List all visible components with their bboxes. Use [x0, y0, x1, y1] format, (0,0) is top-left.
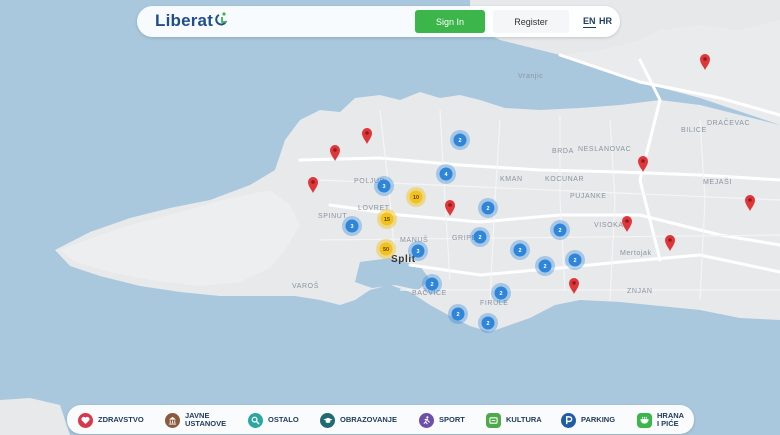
category-label: PARKING — [581, 415, 616, 424]
label-kman: KMAN — [500, 176, 523, 183]
cluster-count: 2 — [499, 291, 502, 297]
building-icon — [165, 412, 180, 428]
category-label: OSTALO — [268, 415, 299, 424]
category-label: JAVNE USTANOVE — [185, 411, 227, 428]
cluster-count: 10 — [413, 195, 419, 201]
language-en-link[interactable]: EN — [583, 16, 596, 28]
label-varos: VAROŠ — [292, 281, 319, 290]
logo-text: Liberat — [155, 11, 214, 30]
wheelchair-logo-icon — [215, 12, 228, 26]
category-javne-ustanove[interactable]: JAVNE USTANOVE — [165, 410, 227, 430]
cluster-count: 2 — [430, 282, 433, 288]
category-label: OBRAZOVANJE — [340, 415, 397, 424]
register-button[interactable]: Register — [493, 10, 569, 33]
parking-icon — [561, 412, 576, 428]
running-icon — [419, 412, 434, 428]
cluster-marker-blue[interactable]: 3 — [408, 241, 428, 261]
cluster-count: 2 — [518, 248, 521, 254]
label-vranjic: Vranjic — [518, 73, 543, 80]
cluster-marker-blue[interactable]: 3 — [374, 176, 394, 196]
cluster-count: 3 — [350, 224, 353, 230]
category-ostalo[interactable]: OSTALO — [248, 410, 299, 430]
cluster-count: 2 — [486, 321, 489, 327]
graduation-icon — [320, 412, 335, 428]
cluster-marker-yellow[interactable]: 10 — [406, 187, 426, 207]
cluster-count: 3 — [416, 249, 419, 255]
category-label: HRANA I PIĆE — [657, 411, 684, 428]
cluster-marker-blue[interactable]: 2 — [510, 240, 530, 260]
language-hr-link[interactable]: HR — [599, 16, 612, 26]
category-legend-bar: ZDRAVSTVO JAVNE USTANOVE OSTALO OBRAZOVA… — [67, 405, 694, 434]
map[interactable]: BRDA NESLANOVAC BILICE DRAČEVAC POLJUD K… — [0, 0, 780, 435]
cluster-count: 2 — [478, 235, 481, 241]
cluster-marker-blue[interactable]: 2 — [478, 313, 498, 333]
food-icon — [637, 412, 652, 428]
cluster-count: 50 — [383, 247, 389, 253]
cluster-count: 3 — [382, 184, 385, 190]
label-bilice: BILICE — [681, 127, 707, 134]
cluster-count: 2 — [573, 258, 576, 264]
search-icon — [248, 412, 263, 428]
label-pujanke: PUJANKE — [570, 193, 607, 200]
culture-icon — [486, 412, 501, 428]
logo[interactable]: Liberat — [155, 11, 228, 31]
sign-in-button[interactable]: Sign In — [415, 10, 485, 33]
category-label: SPORT — [439, 415, 465, 424]
cluster-marker-blue[interactable]: 2 — [448, 304, 468, 324]
cluster-marker-blue[interactable]: 2 — [550, 220, 570, 240]
cluster-count: 2 — [458, 138, 461, 144]
cluster-marker-blue[interactable]: 4 — [436, 164, 456, 184]
cluster-marker-blue[interactable]: 2 — [491, 283, 511, 303]
cluster-marker-blue[interactable]: 2 — [450, 130, 470, 150]
heart-icon — [78, 412, 93, 428]
category-obrazovanje[interactable]: OBRAZOVANJE — [320, 410, 397, 430]
label-visoka: VISOKA — [594, 222, 624, 229]
label-spinut: SPINUT — [318, 213, 347, 220]
label-neslanovac: NESLANOVAC — [578, 146, 631, 153]
cluster-marker-blue[interactable]: 2 — [470, 227, 490, 247]
category-parking[interactable]: PARKING — [561, 410, 615, 430]
cluster-marker-yellow[interactable]: 50 — [376, 239, 396, 259]
category-kultura[interactable]: KULTURA — [486, 410, 542, 430]
cluster-marker-yellow[interactable]: 15 — [377, 209, 397, 229]
category-hrana-i-pice[interactable]: HRANA I PIĆE — [637, 410, 685, 430]
cluster-marker-blue[interactable]: 2 — [565, 250, 585, 270]
cluster-count: 2 — [543, 264, 546, 270]
top-navigation-bar: Liberat Sign In Register EN HR — [137, 6, 620, 37]
label-dracevac: DRAČEVAC — [707, 118, 750, 127]
category-label: ZDRAVSTVO — [98, 415, 144, 424]
label-brda: BRDA — [552, 148, 574, 155]
cluster-count: 2 — [456, 312, 459, 318]
cluster-count: 2 — [486, 206, 489, 212]
cluster-marker-blue[interactable]: 2 — [478, 198, 498, 218]
label-znjan: ZNJAN — [627, 288, 653, 295]
label-mejasi: MEJAŠI — [703, 177, 732, 186]
cluster-marker-blue[interactable]: 2 — [422, 274, 442, 294]
cluster-count: 15 — [384, 217, 390, 223]
category-zdravstvo[interactable]: ZDRAVSTVO — [78, 410, 144, 430]
category-sport[interactable]: SPORT — [419, 410, 465, 430]
label-mertojak: Mertojak — [620, 250, 652, 257]
cluster-marker-blue[interactable]: 3 — [342, 216, 362, 236]
category-label: KULTURA — [506, 415, 542, 424]
cluster-count: 2 — [558, 228, 561, 234]
cluster-marker-blue[interactable]: 2 — [535, 256, 555, 276]
label-kocunar: KOCUNAR — [545, 176, 584, 183]
